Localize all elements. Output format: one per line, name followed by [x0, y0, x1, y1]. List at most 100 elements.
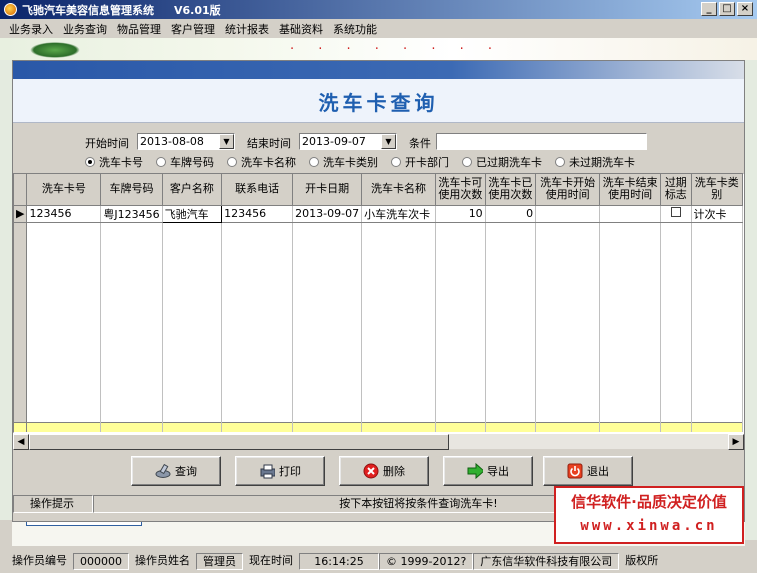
print-button[interactable]: 打印: [235, 456, 325, 486]
menu-item-business-entry[interactable]: 业务录入: [4, 21, 58, 37]
operator-name-label: 操作员姓名: [135, 554, 190, 567]
table-cell[interactable]: 123456: [221, 205, 294, 223]
radio-card-number[interactable]: 洗车卡号: [85, 154, 143, 170]
table-cell[interactable]: 小车洗车次卡: [361, 205, 436, 223]
query-type-radio-group: 洗车卡号 车牌号码 洗车卡名称 洗车卡类别 开卡部门 已过期洗车卡 未过期洗车卡: [85, 154, 648, 170]
exit-button-label: 退出: [587, 465, 609, 478]
dialog-title: 洗车卡查询: [318, 91, 439, 115]
menu-item-system[interactable]: 系统功能: [328, 21, 382, 37]
delete-button[interactable]: 删除: [339, 456, 429, 486]
app-version: V6.01版: [174, 3, 221, 17]
close-button[interactable]: ×: [737, 2, 753, 16]
radio-expired-cards[interactable]: 已过期洗车卡: [462, 154, 542, 170]
table-cell[interactable]: 粤J123456: [100, 205, 163, 223]
condition-input[interactable]: [436, 133, 647, 150]
end-date-picker[interactable]: 2013-09-07 ▼: [299, 133, 397, 150]
column-header[interactable]: 洗车卡名称: [361, 174, 436, 206]
ad-url: www.xinwa.cn: [580, 518, 718, 534]
window-controls: _ □ ×: [701, 2, 753, 16]
delete-button-label: 删除: [383, 465, 405, 478]
column-header[interactable]: 洗车卡类别: [691, 174, 743, 206]
column-header[interactable]: 洗车卡结束使用时间: [599, 174, 662, 206]
column-header[interactable]: 过期标志: [660, 174, 692, 206]
radio-active-cards[interactable]: 未过期洗车卡: [555, 154, 635, 170]
radio-dot-icon: [462, 157, 472, 167]
radio-dot-icon: [309, 157, 319, 167]
radio-plate-number[interactable]: 车牌号码: [156, 154, 214, 170]
column-header[interactable]: 车牌号码: [100, 174, 163, 206]
table-cell[interactable]: [535, 205, 601, 223]
scroll-left-icon[interactable]: ◀: [13, 434, 29, 450]
chevron-down-icon[interactable]: ▼: [219, 134, 234, 149]
column-header[interactable]: 洗车卡号: [26, 174, 102, 206]
hint-label: 操作提示: [13, 495, 93, 513]
menu-item-reports[interactable]: 统计报表: [220, 21, 274, 37]
chevron-down-icon[interactable]: ▼: [381, 134, 396, 149]
expired-flag-cell[interactable]: [660, 205, 692, 223]
radio-dot-icon: [391, 157, 401, 167]
radio-label: 开卡部门: [405, 156, 449, 169]
table-cell[interactable]: 2013-09-07: [292, 205, 363, 223]
column-header[interactable]: 开卡日期: [292, 174, 363, 206]
exit-button[interactable]: 退出: [543, 456, 633, 486]
menu-item-customers[interactable]: 客户管理: [166, 21, 220, 37]
radio-label: 未过期洗车卡: [569, 156, 635, 169]
radio-label: 已过期洗车卡: [476, 156, 542, 169]
table-cell[interactable]: 计次卡: [691, 205, 743, 223]
app-icon: [4, 3, 17, 16]
column-header[interactable]: 洗车卡可使用次数: [435, 174, 486, 206]
table-row[interactable]: ▶ 123456 粤J123456 飞驰汽车 123456 2013-09-07…: [14, 204, 743, 223]
card-query-dialog: 洗车卡查询 开始时间 2013-08-08 ▼ 结束时间 2013-09-07 …: [12, 60, 745, 522]
export-button-label: 导出: [487, 465, 509, 478]
background-right: [745, 60, 757, 540]
print-button-label: 打印: [279, 465, 301, 478]
table-cell[interactable]: 0: [485, 205, 537, 223]
menu-item-goods[interactable]: 物品管理: [112, 21, 166, 37]
operator-id-value: 000000: [73, 553, 129, 570]
ad-slogan: 信华软件·品质决定价值: [571, 493, 727, 511]
company-name: 广东信华软件科技有限公司: [473, 553, 620, 570]
table-cell[interactable]: 123456: [26, 205, 102, 223]
scrollbar-thumb[interactable]: [29, 434, 449, 450]
query-button[interactable]: 查询: [131, 456, 221, 486]
column-header[interactable]: 联系电话: [221, 174, 294, 206]
export-button[interactable]: 导出: [443, 456, 533, 486]
empty-area: [14, 222, 743, 422]
condition-label: 条件: [409, 137, 431, 150]
vendor-ad-badge[interactable]: 信华软件·品质决定价值 www.xinwa.cn: [554, 486, 744, 544]
current-time-label: 现在时间: [249, 554, 293, 567]
radio-dot-icon: [227, 157, 237, 167]
maximize-button[interactable]: □: [719, 2, 735, 16]
menu-item-base-data[interactable]: 基础资料: [274, 21, 328, 37]
column-header[interactable]: 客户名称: [162, 174, 223, 206]
start-date-value: 2013-08-08: [140, 135, 204, 148]
power-icon: [567, 463, 583, 479]
table-cell[interactable]: 飞驰汽车: [161, 204, 223, 223]
column-header[interactable]: 洗车卡开始使用时间: [535, 174, 601, 206]
horizontal-scrollbar[interactable]: ◀ ▶: [13, 433, 744, 450]
background-logo: [30, 42, 80, 58]
app-title: 飞驰汽车美容信息管理系统: [22, 3, 154, 17]
radio-label: 车牌号码: [170, 156, 214, 169]
scroll-right-icon[interactable]: ▶: [728, 434, 744, 450]
end-date-value: 2013-09-07: [302, 135, 366, 148]
title-bar: 飞驰汽车美容信息管理系统 V6.01版 _ □ ×: [0, 0, 757, 19]
start-date-picker[interactable]: 2013-08-08 ▼: [137, 133, 235, 150]
table-cell[interactable]: 10: [435, 205, 486, 223]
expired-checkbox[interactable]: [670, 207, 681, 217]
menu-item-business-query[interactable]: 业务查询: [58, 21, 112, 37]
menu-bar: 业务录入 业务查询 物品管理 客户管理 统计报表 基础资料 系统功能: [0, 19, 757, 38]
minimize-button[interactable]: _: [701, 2, 717, 16]
results-grid[interactable]: 洗车卡号 车牌号码 客户名称 联系电话 开卡日期 洗车卡名称 洗车卡可使用次数 …: [13, 173, 744, 433]
radio-card-name[interactable]: 洗车卡名称: [227, 154, 296, 170]
start-time-label: 开始时间: [85, 137, 129, 150]
column-header[interactable]: 洗车卡已使用次数: [485, 174, 537, 206]
arrow-right-icon: [467, 463, 483, 479]
radio-card-category[interactable]: 洗车卡类别: [309, 154, 378, 170]
printer-icon: [260, 464, 275, 479]
delete-icon: [363, 463, 379, 479]
dialog-header-bar: [13, 61, 744, 79]
operator-name-value: 管理员: [196, 553, 243, 570]
radio-issuing-department[interactable]: 开卡部门: [391, 154, 449, 170]
table-cell[interactable]: [599, 205, 662, 223]
